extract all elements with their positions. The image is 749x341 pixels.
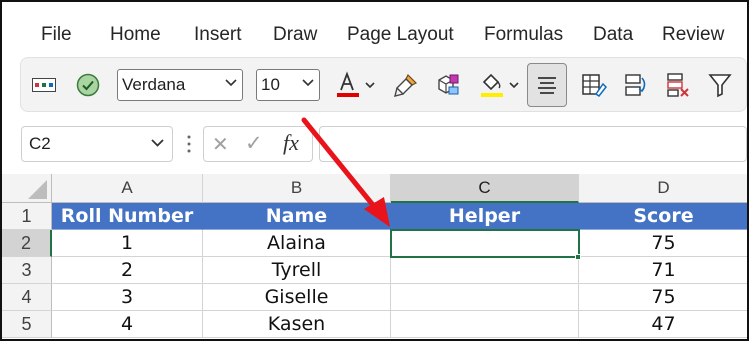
delete-icon [667,73,689,97]
cell-a4[interactable]: 3 [52,284,203,311]
cell-a2[interactable]: 1 [52,230,203,257]
format-painter-button[interactable] [391,68,421,102]
cell-c3[interactable] [391,257,579,284]
font-size-select[interactable]: 10 [256,69,320,101]
font-name-select[interactable]: Verdana [117,69,243,101]
font-name-value: Verdana [122,75,186,94]
select-all-corner[interactable] [2,174,52,203]
menu-review[interactable]: Review [662,24,724,46]
row-header-4[interactable]: 4 [2,284,52,311]
excel-window: File Home Insert Draw Page Layout Formul… [0,0,749,341]
cell-a1[interactable]: Roll Number [52,203,203,230]
refresh-button[interactable] [619,68,651,102]
font-color-icon [337,71,375,97]
cell-b5[interactable]: Kasen [203,311,391,338]
formula-input[interactable] [319,126,747,162]
cell-c2[interactable] [391,230,579,257]
number-format-button[interactable] [29,68,59,102]
cancel-entry-button[interactable]: ✕ [212,132,229,156]
column-header-b[interactable]: B [203,174,391,203]
formula-buttons: ✕ ✓ fx [203,126,313,162]
menu-file[interactable]: File [41,24,72,46]
cell-a3[interactable]: 2 [52,257,203,284]
cell-d5[interactable]: 47 [579,311,747,338]
menu-insert[interactable]: Insert [194,24,242,46]
cell-c5[interactable] [391,311,579,338]
name-box[interactable]: C2 [21,126,173,162]
refresh-icon [625,74,646,96]
chevron-down-icon [151,139,164,147]
fill-color-icon [481,73,519,97]
chevron-down-icon [302,79,314,87]
cell-b4[interactable]: Giselle [203,284,391,311]
ribbon-toolbar: Verdana 10 [20,57,747,112]
menu-draw[interactable]: Draw [273,24,317,46]
row-header-1[interactable]: 1 [2,203,52,230]
font-color-button[interactable] [331,68,379,102]
cell-b3[interactable]: Tyrell [203,257,391,284]
cell-a5[interactable]: 4 [52,311,203,338]
cell-d3[interactable]: 71 [579,257,747,284]
menu-formulas[interactable]: Formulas [484,24,563,46]
row-header-2[interactable]: 2 [2,230,52,257]
menu-home[interactable]: Home [110,24,161,46]
cell-c4[interactable] [391,284,579,311]
menu-data[interactable]: Data [593,24,633,46]
insert-function-button[interactable]: fx [283,130,299,156]
name-box-value: C2 [29,134,51,153]
menu-bar: File Home Insert Draw Page Layout Formul… [2,2,747,54]
fill-color-button[interactable] [475,68,523,102]
conditional-format-button[interactable] [578,68,610,102]
menu-page-layout[interactable]: Page Layout [347,24,454,46]
cell-d4[interactable]: 75 [579,284,747,311]
chevron-down-icon [225,79,237,87]
enter-entry-button[interactable]: ✓ [245,131,263,155]
cell-b1[interactable]: Name [203,203,391,230]
cell-styles-button[interactable] [431,68,465,102]
row-header-3[interactable]: 3 [2,257,52,284]
cell-c1[interactable]: Helper [391,203,579,230]
number-format-icon [32,78,56,92]
format-painter-icon [394,73,418,97]
styles-icon [438,74,459,95]
delete-cells-button[interactable] [661,68,693,102]
select-all-icon [28,180,47,199]
column-header-d[interactable]: D [579,174,747,203]
font-size-value: 10 [261,75,280,94]
cell-b2[interactable]: Alaina [203,230,391,257]
filter-button[interactable] [705,68,735,102]
accessibility-check-icon [76,73,100,97]
column-header-a[interactable]: A [52,174,203,203]
accessibility-check-button[interactable] [71,68,105,102]
filter-icon [708,74,732,98]
conditional-format-icon [582,74,607,98]
row-header-5[interactable]: 5 [2,311,52,338]
fill-handle[interactable] [575,254,581,260]
column-header-c[interactable]: C [391,174,579,203]
align-center-icon [538,77,556,94]
formula-bar-grip-icon[interactable] [187,134,191,154]
align-center-button[interactable] [527,63,567,107]
cell-d2[interactable]: 75 [579,230,747,257]
cell-d1[interactable]: Score [579,203,747,230]
